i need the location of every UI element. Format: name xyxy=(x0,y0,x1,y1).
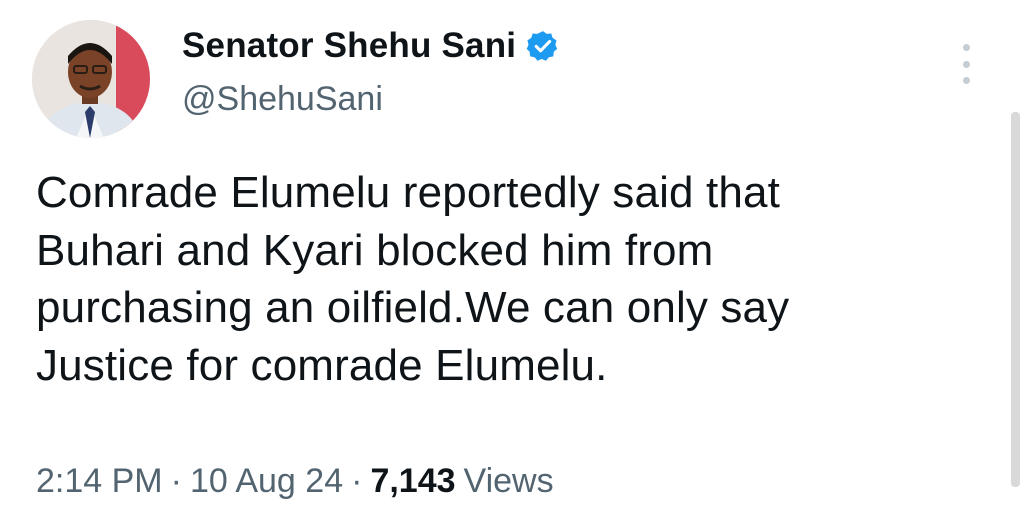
tweet-text-line: Comrade Elumelu reportedly said that xyxy=(36,168,780,217)
tweet-time[interactable]: 2:14 PM xyxy=(36,462,163,501)
scrollbar[interactable] xyxy=(1011,112,1020,487)
tweet-text: Comrade Elumelu reportedly said that Buh… xyxy=(36,164,966,395)
meta-separator: · xyxy=(170,462,182,500)
tweet-text-line: Justice for comrade Elumelu. xyxy=(36,340,608,390)
tweet-date[interactable]: 10 Aug 24 xyxy=(190,462,343,501)
tweet-meta: 2:14 PM · 10 Aug 24 · 7,143 Views xyxy=(36,462,554,501)
author-handle[interactable]: @ShehuSani xyxy=(182,80,383,119)
views-count[interactable]: 7,143 xyxy=(370,462,455,501)
author-name-row: Senator Shehu Sani xyxy=(182,26,560,66)
tweet-text-line: purchasing an oilfield.We can only say xyxy=(36,283,790,333)
more-dot xyxy=(962,44,970,51)
more-dot xyxy=(962,60,970,68)
verified-badge-icon xyxy=(526,29,560,63)
tweet-text-line: Buhari and Kyari blocked him from xyxy=(36,225,714,275)
more-dot xyxy=(962,77,970,84)
author-display-name[interactable]: Senator Shehu Sani xyxy=(182,26,516,66)
views-label[interactable]: Views xyxy=(464,462,554,501)
meta-separator: · xyxy=(351,462,363,500)
more-vertical-icon[interactable] xyxy=(952,44,980,84)
avatar[interactable] xyxy=(32,20,150,138)
tweet-card: Senator Shehu Sani @ShehuSani Comrade El… xyxy=(0,0,1024,526)
